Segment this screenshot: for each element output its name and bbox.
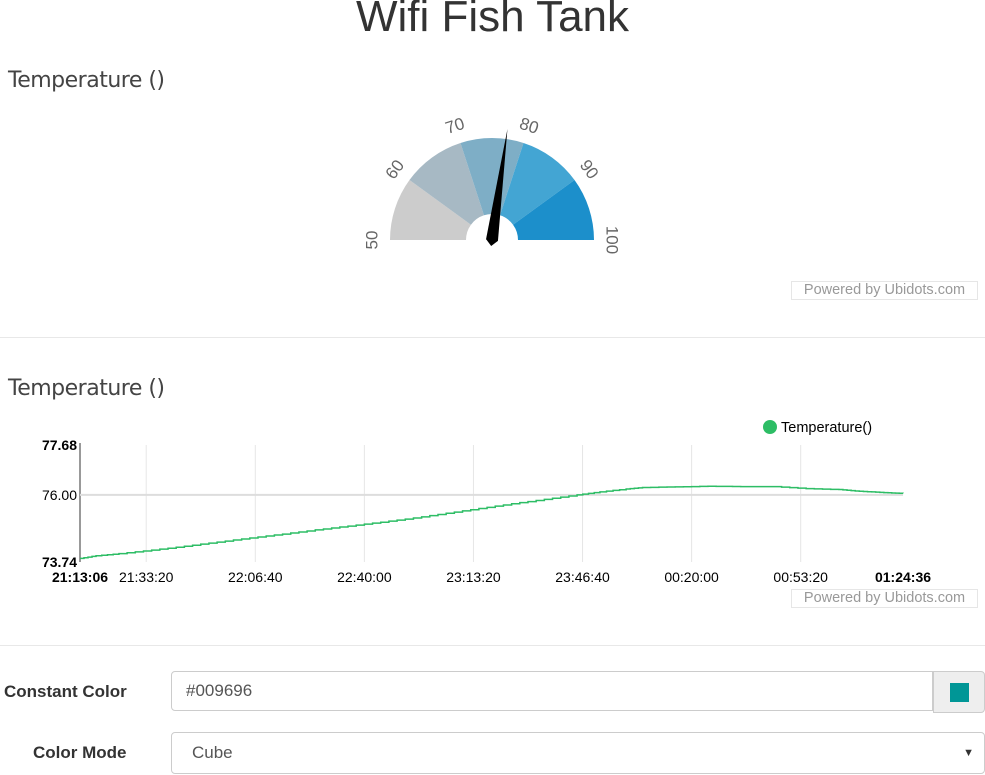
- chart-x-tick-label: 00:53:20: [773, 569, 828, 585]
- color-mode-selected-value: Cube: [192, 743, 233, 762]
- section-divider: [0, 337, 985, 338]
- temperature-series-line: [80, 485, 904, 560]
- chart-y-tick-labels: 77.68 76.00 73.74: [42, 437, 77, 570]
- chart-x-tick-label: 01:24:36: [875, 569, 931, 585]
- color-mode-label: Color Mode: [33, 743, 127, 762]
- gauge-tick-label: 60: [382, 156, 408, 182]
- legend-label: Temperature(): [781, 420, 872, 436]
- constant-color-label: Constant Color: [4, 682, 127, 701]
- temperature-line-chart: 77.68 76.00 73.74 21:13:06 21:33:20 22:06:40…: [42, 420, 931, 585]
- color-swatch-icon: [950, 683, 969, 702]
- chart-x-tick-label: 21:13:06: [52, 569, 108, 585]
- gauge-tick-label: 70: [443, 114, 467, 138]
- gauge-tick-label: 50: [363, 231, 382, 250]
- section-divider: [0, 645, 985, 646]
- chart-y-tick-label: 73.74: [42, 554, 77, 570]
- constant-color-input[interactable]: #009696: [171, 671, 933, 711]
- chart-x-tick-label: 22:06:40: [228, 569, 283, 585]
- chart-y-tick-label: 76.00: [42, 487, 77, 503]
- gauge-tick-label: 90: [576, 156, 602, 182]
- chart-x-tick-label: 22:40:00: [337, 569, 392, 585]
- color-mode-select[interactable]: Cube ▼: [171, 732, 985, 774]
- chart-x-tick-label: 21:33:20: [119, 569, 174, 585]
- page-title: Wifi Fish Tank: [355, 0, 630, 41]
- gauge-tick-label: 80: [517, 114, 541, 138]
- chart-x-tick-labels: 21:13:06 21:33:20 22:06:40 22:40:00 23:13:20…: [52, 569, 931, 585]
- chart-legend: Temperature(): [763, 420, 872, 436]
- chart-y-tick-label: 77.68: [42, 437, 77, 453]
- color-picker-button[interactable]: [933, 671, 985, 713]
- chart-x-tick-label: 23:13:20: [446, 569, 501, 585]
- gauge-widget-title: Temperature (): [8, 68, 165, 93]
- chart-widget-title: Temperature (): [8, 376, 165, 401]
- powered-by-ubidots-gauge[interactable]: Powered by Ubidots.com: [791, 281, 978, 300]
- legend-marker: [763, 420, 777, 434]
- chart-x-tick-label: 00:20:00: [664, 569, 719, 585]
- powered-by-ubidots-chart[interactable]: Powered by Ubidots.com: [791, 589, 978, 608]
- chevron-down-icon: ▼: [963, 747, 974, 759]
- gauge-tick-label: 100: [603, 226, 622, 254]
- chart-grid: [145, 445, 802, 562]
- temperature-gauge: 50 60 70 80 90 100: [363, 114, 622, 254]
- chart-x-tick-label: 23:46:40: [555, 569, 610, 585]
